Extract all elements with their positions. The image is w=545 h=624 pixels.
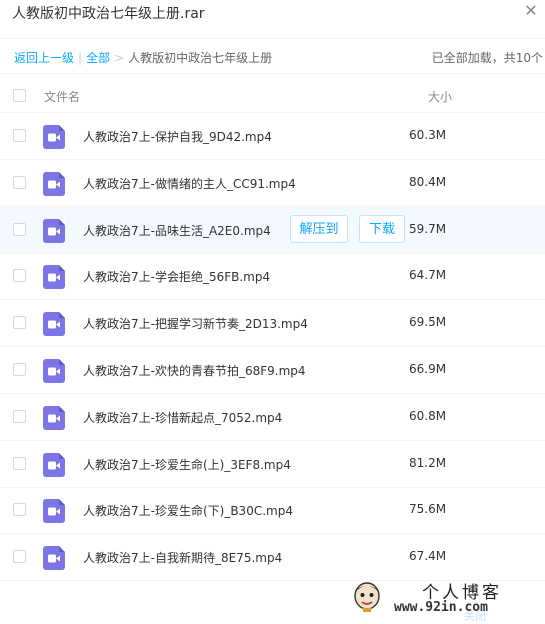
table-header: 文件名 大小 [0,78,545,113]
file-size: 59.7M [409,221,447,236]
back-link[interactable]: 返回上一级 [14,51,74,65]
table-row[interactable]: 人教政治7上-做情绪的主人_CC91.mp4 80.4M [0,160,545,207]
row-checkbox[interactable] [13,222,26,236]
video-file-icon [43,312,65,337]
download-button[interactable]: 下载 [359,214,405,243]
file-name[interactable]: 人教政治7上-珍爱生命(下)_B30C.mp4 [83,502,293,519]
table-row[interactable]: 人教政治7上-学会拒绝_56FB.mp4 64.7M [0,253,545,301]
file-name[interactable]: 人教政治7上-品味生活_A2E0.mp4 [83,222,271,239]
file-name[interactable]: 人教政治7上-学会拒绝_56FB.mp4 [83,268,270,285]
file-name[interactable]: 人教政治7上-做情绪的主人_CC91.mp4 [83,175,296,192]
row-checkbox[interactable] [13,363,26,376]
table-row[interactable]: 人教政治7上-把握学习新节奏_2D13.mp4 69.5M [0,300,545,348]
file-name[interactable]: 人教政治7上-珍惜新起点_7052.mp4 [83,409,282,426]
table-row[interactable]: 人教政治7上-保护自我_9D42.mp4 60.3M [0,113,545,160]
all-link[interactable]: 全部 [86,51,110,65]
breadcrumb-current: 人教版初中政治七年级上册 [128,51,273,65]
row-checkbox[interactable] [13,129,26,142]
table-row[interactable]: 人教政治7上-自我新期待_8E75.mp4 67.4M [0,534,545,582]
file-size: 69.5M [409,315,447,330]
mascot-icon [354,582,380,612]
column-header-name: 文件名 [44,90,81,104]
table-row[interactable]: 人教政治7上-品味生活_A2E0.mp4 解压到 下载 59.7M [0,206,545,254]
breadcrumb-bar: 返回上一级 | 全部 > 人教版初中政治七年级上册 已全部加载，共10个 [0,38,545,74]
file-name[interactable]: 人教政治7上-自我新期待_8E75.mp4 [83,549,282,566]
row-checkbox[interactable] [13,316,26,330]
video-file-icon [43,171,65,196]
file-size: 75.6M [409,502,447,517]
extract-to-button[interactable]: 解压到 [290,214,348,243]
video-file-icon [43,405,65,430]
video-file-icon [43,452,65,477]
video-file-icon [43,359,65,383]
row-checkbox[interactable] [13,503,26,517]
table-row[interactable]: 人教政治7上-欢快的青春节拍_68F9.mp4 66.9M [0,347,545,394]
breadcrumb: 返回上一级 | 全部 > 人教版初中政治七年级上册 [14,49,272,66]
file-name[interactable]: 人教政治7上-保护自我_9D42.mp4 [83,128,272,145]
file-size: 60.8M [409,408,447,423]
video-file-icon [43,499,65,524]
file-name[interactable]: 人教政治7上-欢快的青春节拍_68F9.mp4 [83,362,306,379]
row-checkbox[interactable] [13,550,26,564]
file-name[interactable]: 人教政治7上-把握学习新节奏_2D13.mp4 [83,315,308,332]
window-title: 人教版初中政治七年级上册.rar [12,6,205,22]
breadcrumb-divider: | [78,51,83,65]
close-icon[interactable]: ✕ [523,3,539,19]
table-row[interactable]: 人教政治7上-珍爱生命(上)_3EF8.mp4 81.2M [0,441,545,488]
load-status: 已全部加载，共10个 [431,51,543,65]
file-size: 64.7M [409,268,447,283]
file-size: 60.3M [409,128,447,142]
row-checkbox[interactable] [13,456,26,470]
video-file-icon [43,218,65,243]
video-file-icon [43,265,65,290]
video-file-icon [43,546,65,571]
file-name[interactable]: 人教政治7上-珍爱生命(上)_3EF8.mp4 [83,456,291,473]
row-checkbox[interactable] [13,269,26,283]
column-header-size: 大小 [428,90,453,104]
file-size: 67.4M [409,549,447,564]
watermark-url: www.92in.com [394,600,488,615]
video-file-icon [43,125,65,149]
file-size: 66.9M [409,362,447,376]
table-row[interactable]: 人教政治7上-珍爱生命(下)_B30C.mp4 75.6M [0,487,545,535]
chevron-right-icon: > [114,51,125,65]
table-row[interactable]: 人教政治7上-珍惜新起点_7052.mp4 60.8M [0,394,545,441]
file-size: 81.2M [409,455,447,470]
title-bar: 人教版初中政治七年级上册.rar ✕ [0,0,545,30]
file-size: 80.4M [409,174,447,189]
row-checkbox[interactable] [13,409,26,423]
watermark: 个人博客 关闭 www.92in.com [350,578,545,623]
select-all-checkbox[interactable] [13,89,26,102]
row-checkbox[interactable] [13,175,26,189]
